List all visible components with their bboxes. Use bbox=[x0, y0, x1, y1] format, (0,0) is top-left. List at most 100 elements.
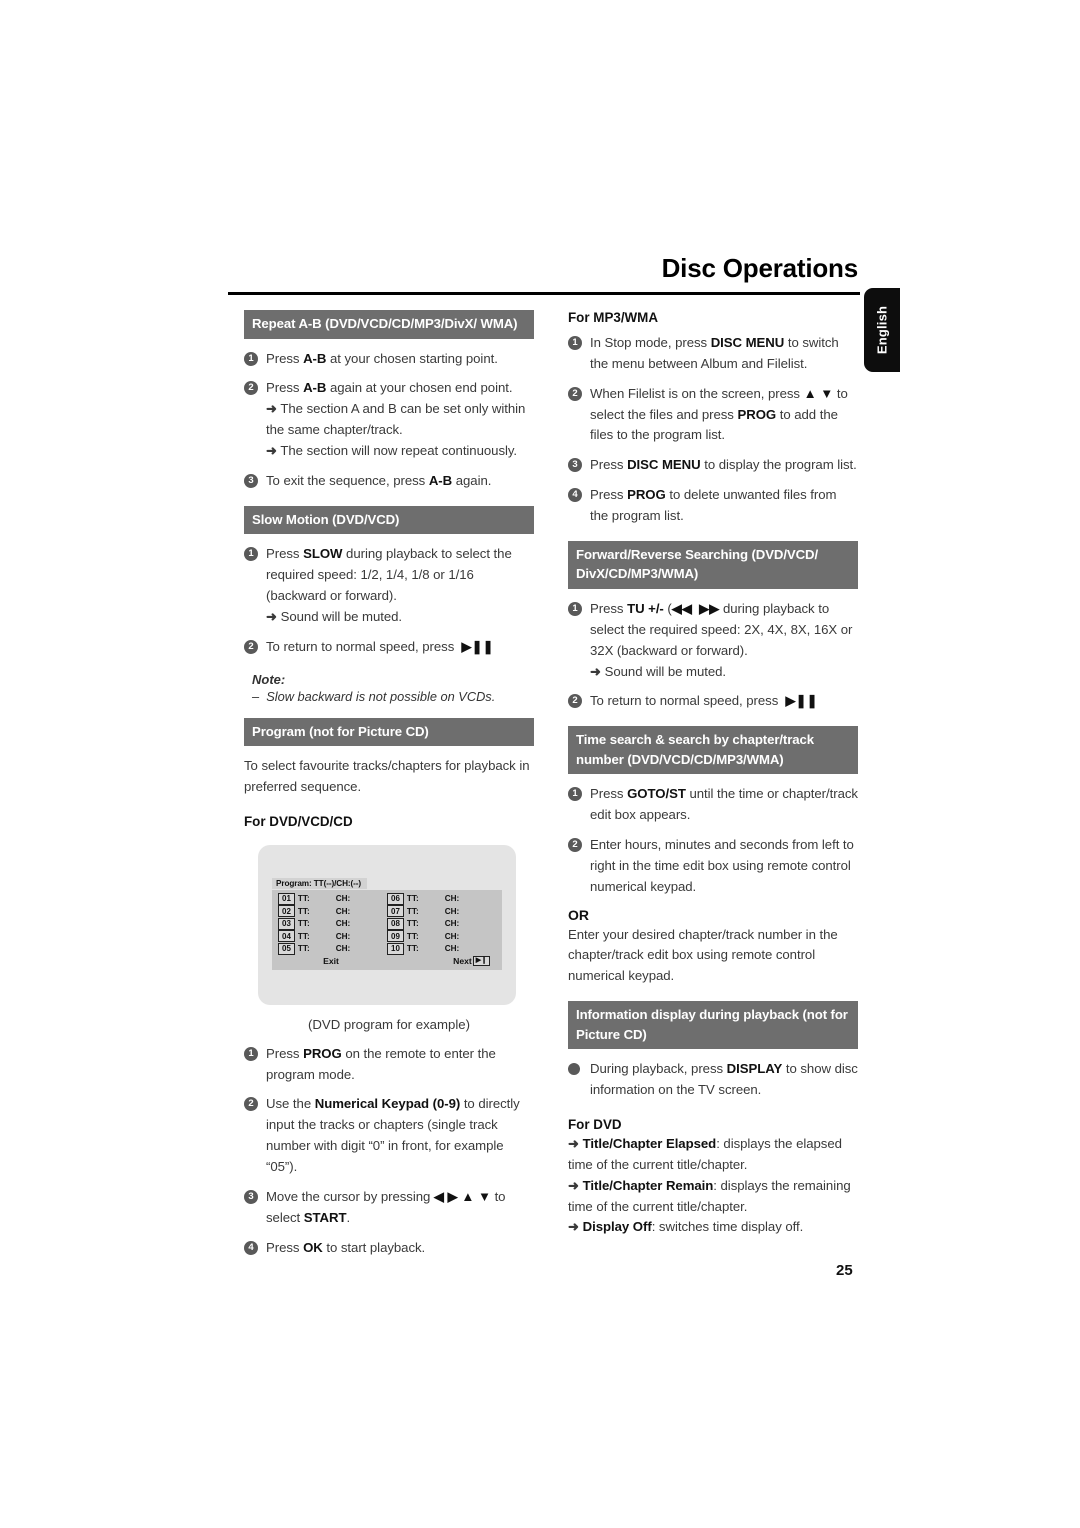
list-item: 2 Use the Numerical Keypad (0-9) to dire… bbox=[244, 1094, 534, 1177]
arrow-note: ➜ Sound will be muted. bbox=[590, 663, 727, 679]
osd-program-table: 01 TT: CH: 06 TT: CH: 02 TT: CH: 07 TT: … bbox=[272, 889, 502, 970]
subheading-for-dvd: For DVD bbox=[568, 1116, 622, 1132]
arrow-note: ➜ Sound will be muted. bbox=[266, 608, 403, 624]
program-slot: 09 TT: CH: bbox=[387, 930, 496, 943]
subheading-for-mp3-wma: For MP3/WMA bbox=[568, 310, 659, 325]
list-item: 3 Press DISC MENU to display the program… bbox=[568, 455, 858, 476]
osd-footer: Exit Next ▶❙ bbox=[278, 955, 496, 968]
slot-title-label: TT: bbox=[406, 944, 419, 954]
list-item-text: Press DISC MENU to display the program l… bbox=[590, 457, 857, 473]
step-number-icon: 2 bbox=[568, 838, 582, 853]
table-row: 03 TT: CH: 08 TT: CH: bbox=[278, 917, 496, 930]
step-number-icon: 2 bbox=[244, 639, 258, 654]
list-item-text: Press TU +/- (◀◀ ▶▶ during playback to s… bbox=[590, 600, 853, 658]
slot-title-label: TT: bbox=[297, 906, 310, 916]
up-down-arrows-icon: ▲ ▼ bbox=[803, 385, 834, 401]
section-header-repeat-ab: Repeat A-B (DVD/VCD/CD/MP3/DivX/ WMA) bbox=[244, 310, 534, 339]
arrow-note: ➜ The section A and B can be set only wi… bbox=[266, 401, 526, 438]
osd-next-button: Next ▶❙ bbox=[384, 956, 496, 967]
list-item: 1 Press GOTO/ST until the time or chapte… bbox=[568, 784, 858, 826]
slot-number: 10 bbox=[387, 942, 404, 955]
note-title: Note: bbox=[252, 671, 286, 687]
list-item-text: Use the Numerical Keypad (0-9) to direct… bbox=[266, 1096, 520, 1175]
subheading-for-dvd-vcd-cd: For DVD/VCD/CD bbox=[244, 813, 353, 829]
list-item: 1 Press TU +/- (◀◀ ▶▶ during playback to… bbox=[568, 599, 858, 682]
slot-chapter-label: CH: bbox=[444, 944, 460, 954]
slot-title-label: TT: bbox=[297, 919, 310, 929]
page-number: 25 bbox=[836, 1262, 853, 1279]
table-row: 04 TT: CH: 09 TT: CH: bbox=[278, 930, 496, 943]
list-item: 1 Press A-B at your chosen starting poin… bbox=[244, 349, 534, 370]
arrow-note: ➜ Title/Chapter Elapsed: displays the el… bbox=[568, 1134, 858, 1176]
language-tab-label: English bbox=[874, 305, 890, 355]
arrow-icon: ➜ bbox=[266, 401, 277, 417]
list-item: 2 When Filelist is on the screen, press … bbox=[568, 384, 858, 447]
arrow-note: ➜ The section will now repeat continuous… bbox=[266, 442, 518, 458]
arrow-icon: ➜ bbox=[266, 608, 277, 624]
list-item-text: Press A-B again at your chosen end point… bbox=[266, 380, 513, 396]
step-number-icon: 4 bbox=[244, 1240, 258, 1255]
program-slot: 06 TT: CH: bbox=[387, 892, 496, 905]
list-item: 3 To exit the sequence, press A-B again. bbox=[244, 471, 534, 492]
slot-title-label: TT: bbox=[406, 931, 419, 941]
list-item: 2 Press A-B again at your chosen end poi… bbox=[244, 378, 534, 461]
slot-number: 09 bbox=[387, 930, 404, 943]
osd-exit-button: Exit bbox=[323, 956, 339, 967]
step-number-icon: 2 bbox=[244, 381, 258, 396]
arrow-item-label: Title/Chapter Elapsed bbox=[582, 1135, 717, 1151]
list-item-text: During playback, press DISPLAY to show d… bbox=[590, 1061, 858, 1098]
list-item: 1 In Stop mode, press DISC MENU to switc… bbox=[568, 333, 858, 375]
step-number-icon: 1 bbox=[568, 601, 582, 616]
section-header-info-display: Information display during playback (not… bbox=[568, 1001, 858, 1050]
step-number-icon: 2 bbox=[568, 386, 582, 401]
arrow-icon: ➜ bbox=[568, 1177, 579, 1193]
list-item-text: Press SLOW during playback to select the… bbox=[266, 546, 512, 603]
program-slot: 03 TT: CH: bbox=[278, 917, 387, 930]
program-slot: 05 TT: CH: bbox=[278, 942, 387, 955]
program-slot: 04 TT: CH: bbox=[278, 930, 387, 943]
slot-number: 01 bbox=[278, 892, 295, 905]
program-intro: To select favourite tracks/chapters for … bbox=[244, 758, 530, 794]
program-slot: 08 TT: CH: bbox=[387, 917, 496, 930]
table-row: 05 TT: CH: 10 TT: CH: bbox=[278, 942, 496, 955]
table-row: 02 TT: CH: 07 TT: CH: bbox=[278, 905, 496, 918]
slot-chapter-label: CH: bbox=[335, 894, 351, 904]
list-item-text: Press PROG to delete unwanted files from… bbox=[590, 487, 837, 524]
step-number-icon: 2 bbox=[568, 694, 582, 709]
list-item: 1 Press SLOW during playback to select t… bbox=[244, 544, 534, 627]
list-item-text: To exit the sequence, press A-B again. bbox=[266, 472, 492, 488]
list-item-text: Press PROG on the remote to enter the pr… bbox=[266, 1045, 496, 1082]
list-item: 4 Press OK to start playback. bbox=[244, 1238, 534, 1259]
note-item: – Slow backward is not possible on VCDs. bbox=[252, 688, 496, 704]
next-track-icon: ▶❙ bbox=[472, 956, 490, 967]
step-number-icon: 3 bbox=[244, 1189, 258, 1204]
direction-arrows-icon: ◀ ▶ ▲ ▼ bbox=[433, 1188, 491, 1204]
header-divider bbox=[228, 292, 860, 295]
slot-title-label: TT: bbox=[297, 931, 310, 941]
slot-number: 03 bbox=[278, 917, 295, 930]
rewind-icon: ◀◀ bbox=[671, 600, 692, 616]
language-tab: English bbox=[864, 288, 900, 372]
slot-number: 08 bbox=[387, 917, 404, 930]
list-item-text: Press A-B at your chosen starting point. bbox=[266, 350, 498, 366]
arrow-icon: ➜ bbox=[568, 1135, 579, 1151]
play-pause-icon: ▶❚❚ bbox=[461, 638, 494, 654]
step-number-icon: 3 bbox=[244, 473, 258, 488]
step-number-icon: 3 bbox=[568, 458, 582, 473]
arrow-icon: ➜ bbox=[266, 442, 277, 458]
osd-screen: Program: TT(--)/CH:(--) 01 TT: CH: 06 TT… bbox=[272, 873, 502, 970]
section-header-program: Program (not for Picture CD) bbox=[244, 717, 534, 747]
fast-forward-icon: ▶▶ bbox=[699, 600, 720, 616]
step-number-icon: 1 bbox=[244, 1046, 258, 1061]
slot-number: 05 bbox=[278, 942, 295, 955]
slot-chapter-label: CH: bbox=[335, 919, 351, 929]
list-item: During playback, press DISPLAY to show d… bbox=[568, 1059, 858, 1101]
slot-title-label: TT: bbox=[406, 906, 419, 916]
osd-screenshot-figure: Program: TT(--)/CH:(--) 01 TT: CH: 06 TT… bbox=[258, 844, 516, 1005]
list-item-text: To return to normal speed, press ▶❚❚ bbox=[266, 638, 494, 654]
slot-title-label: TT: bbox=[406, 919, 419, 929]
slot-number: 07 bbox=[387, 905, 404, 918]
list-item-text: Enter hours, minutes and seconds from le… bbox=[590, 837, 854, 894]
step-number-icon: 1 bbox=[244, 547, 258, 562]
step-number-icon: 2 bbox=[244, 1097, 258, 1112]
